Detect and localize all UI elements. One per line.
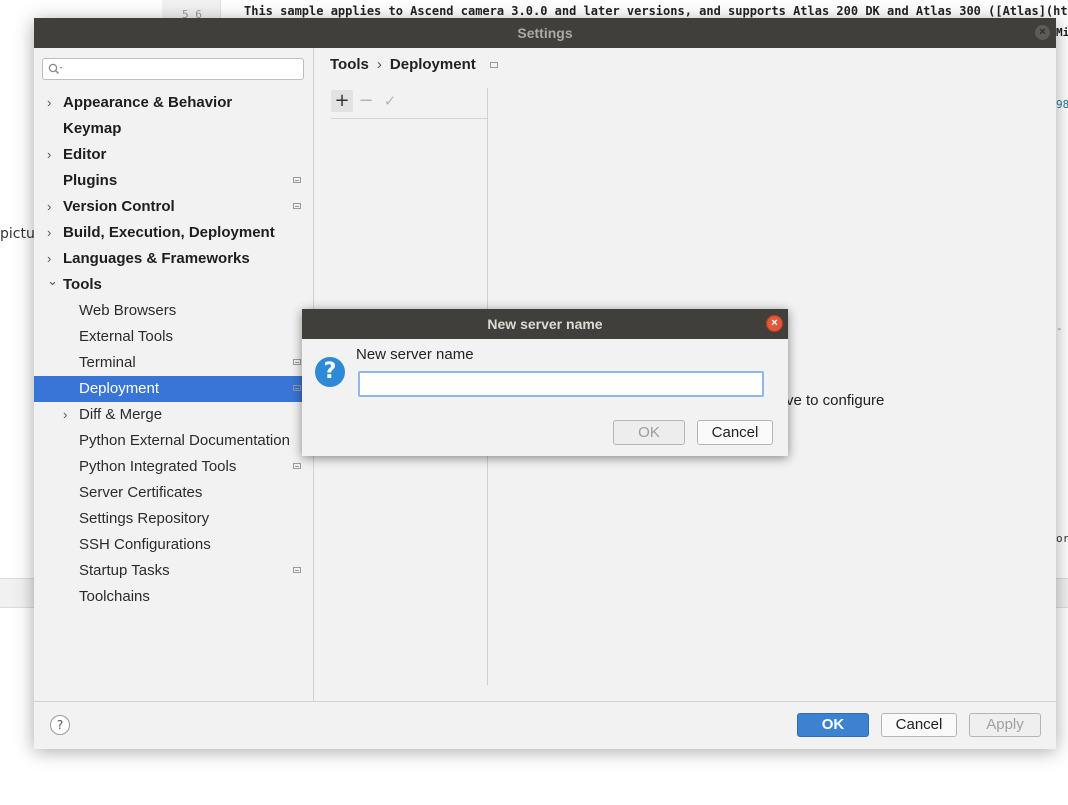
sidebar-item-label: Python External Documentation [79,432,290,449]
sidebar-item-label: Tools [63,276,102,293]
sidebar-item-label: Settings Repository [79,510,210,527]
sidebar-item-toolchains[interactable]: Toolchains [34,584,313,610]
sidebar-item-label: Build, Execution, Deployment [63,224,275,241]
check-icon[interactable]: ✓ [379,90,401,112]
new-server-name-dialog: New server name × ? New server name OK C… [302,309,788,456]
sidebar-item-settings-repository[interactable]: Settings Repository [34,506,313,532]
remove-icon[interactable]: − [355,90,377,112]
sidebar-item-ssh-configurations[interactable]: SSH Configurations [34,532,313,558]
chevron-right-icon[interactable]: › [47,90,57,116]
chevron-right-icon[interactable]: › [47,220,57,246]
dialog-cancel-button[interactable]: Cancel [697,420,773,445]
sidebar-item-label: Plugins [63,172,118,189]
project-scope-icon [489,62,498,69]
project-scope-icon [293,463,301,469]
search-input[interactable] [42,58,304,80]
close-icon[interactable]: × [766,315,783,332]
add-icon[interactable]: + [331,90,353,112]
sidebar-item-version-control[interactable]: › Version Control [34,194,313,220]
background-fragment-right: Mi 98 - or [1056,22,1068,582]
sidebar-item-keymap[interactable]: Keymap [34,116,313,142]
project-scope-icon [293,177,301,183]
empty-state-hint: ve to configure [786,392,885,409]
question-icon: ? [315,357,345,387]
sidebar-item-editor[interactable]: › Editor [34,142,313,168]
breadcrumb: Tools › Deployment [330,56,498,73]
dialog-prompt-label: New server name [356,346,474,363]
apply-button[interactable]: Apply [969,713,1041,737]
dialog-title: New server name [487,316,603,332]
sidebar-item-label: Server Certificates [79,484,203,501]
background-fragment: Mi [1056,26,1068,39]
settings-footer: ? OK Cancel Apply [34,701,1056,749]
chevron-down-icon[interactable]: ⌄ [47,268,58,294]
sidebar-item-terminal[interactable]: Terminal [34,350,313,376]
background-fragment: or [1056,532,1068,545]
sidebar-item-label: Editor [63,146,107,163]
breadcrumb-parent[interactable]: Tools [330,56,369,73]
chevron-right-icon[interactable]: › [63,402,73,428]
settings-titlebar[interactable]: Settings × [34,18,1056,48]
settings-sidebar: › Appearance & Behavior Keymap › Editor Plugi… [34,48,314,701]
sidebar-item-label: Startup Tasks [79,562,170,579]
server-name-input[interactable] [358,371,764,397]
ok-button[interactable]: OK [797,713,869,737]
sidebar-item-deployment[interactable]: Deployment [34,376,313,402]
project-scope-icon [293,385,301,391]
project-scope-icon [293,203,301,209]
sidebar-item-label: Diff & Merge [79,406,163,423]
close-icon[interactable]: × [1035,25,1050,40]
sidebar-item-label: Languages & Frameworks [63,250,250,267]
sidebar-item-label: Terminal [79,354,136,371]
breadcrumb-current: Deployment [389,56,476,73]
sidebar-item-label: External Tools [79,328,173,345]
sidebar-item-server-certificates[interactable]: Server Certificates [34,480,313,506]
window-title: Settings [517,25,573,41]
sidebar-item-label: Version Control [63,198,175,215]
chevron-right-icon[interactable]: › [47,142,57,168]
background-fragment: 98 [1056,98,1068,111]
cancel-button[interactable]: Cancel [881,713,957,737]
project-scope-icon [293,359,301,365]
dialog-titlebar[interactable]: New server name × [302,309,788,339]
sidebar-item-python-integrated-tools[interactable]: Python Integrated Tools [34,454,313,480]
editor-line: This sample applies to Ascend camera 3.0… [244,4,1068,18]
sidebar-item-languages-frameworks[interactable]: › Languages & Frameworks [34,246,313,272]
help-icon[interactable]: ? [50,715,70,735]
sidebar-item-web-browsers[interactable]: Web Browsers [34,298,313,324]
sidebar-item-external-tools[interactable]: External Tools [34,324,313,350]
sidebar-item-appearance-behavior[interactable]: › Appearance & Behavior [34,90,313,116]
sidebar-item-label: Python Integrated Tools [79,458,237,475]
project-scope-icon [293,567,301,573]
sidebar-item-startup-tasks[interactable]: Startup Tasks [34,558,313,584]
search-icon [48,63,63,74]
breadcrumb-separator: › [376,56,382,73]
chevron-right-icon[interactable]: › [47,194,57,220]
background-fragment-left: pictu [0,226,35,242]
sidebar-item-plugins[interactable]: Plugins [34,168,313,194]
sidebar-item-label: SSH Configurations [79,536,211,553]
sidebar-item-python-external-documentation[interactable]: Python External Documentation [34,428,313,454]
sidebar-item-label: Deployment [79,380,160,397]
dialog-ok-button[interactable]: OK [613,420,685,445]
server-list-toolbar: + − ✓ [331,88,488,119]
sidebar-item-tools[interactable]: ⌄ Tools [34,272,313,298]
sidebar-item-label: Appearance & Behavior [63,94,233,111]
background-fragment: - [1056,322,1063,335]
sidebar-item-label: Keymap [63,120,122,137]
settings-tree: › Appearance & Behavior Keymap › Editor Plugi… [34,90,313,610]
sidebar-item-diff-merge[interactable]: › Diff & Merge [34,402,313,428]
sidebar-item-label: Web Browsers [79,302,177,319]
editor-gutter: 5 6 [162,0,221,21]
sidebar-item-build-execution-deployment[interactable]: › Build, Execution, Deployment [34,220,313,246]
sidebar-item-label: Toolchains [79,588,150,605]
